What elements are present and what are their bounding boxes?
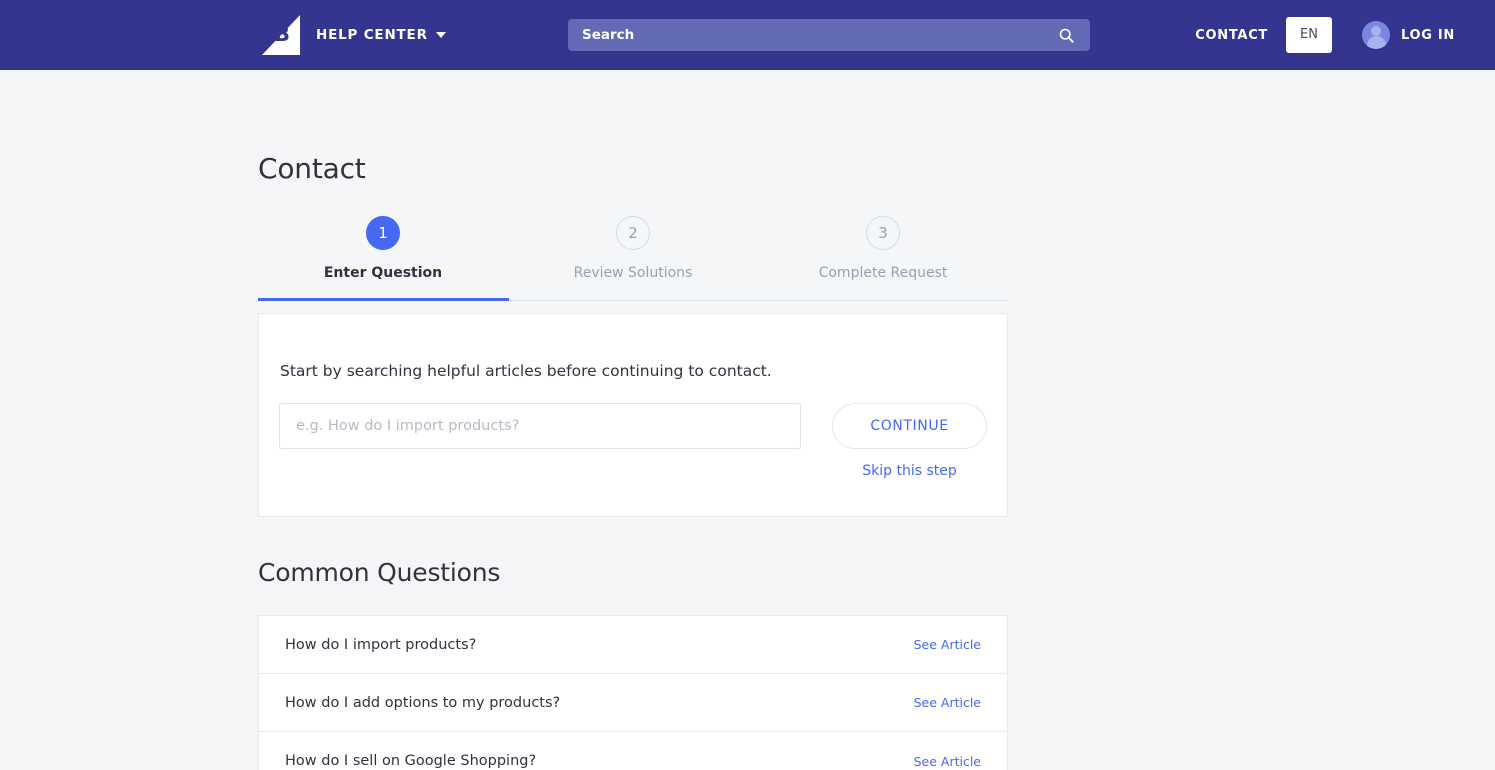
search-icon — [1059, 28, 1074, 43]
site-header: B HELP CENTER CONTACT EN LOG IN — [0, 0, 1495, 70]
logo-letter: B — [274, 22, 290, 46]
brand-group[interactable]: B HELP CENTER — [262, 0, 446, 70]
search-input[interactable] — [568, 27, 1053, 43]
step-label-3: Complete Request — [818, 265, 948, 281]
step-complete-request[interactable]: 3 Complete Request — [758, 216, 1008, 301]
step-enter-question[interactable]: 1 Enter Question — [258, 216, 508, 301]
faq-question: How do I import products? — [285, 636, 477, 653]
contact-link[interactable]: CONTACT — [1195, 28, 1268, 43]
see-article-link[interactable]: See Article — [914, 695, 981, 710]
step-review-solutions[interactable]: 2 Review Solutions — [508, 216, 758, 301]
help-center-dropdown[interactable]: HELP CENTER — [316, 27, 446, 43]
continue-button[interactable]: CONTINUE — [832, 403, 987, 449]
step-number-1: 1 — [366, 216, 400, 250]
list-item[interactable]: How do I add options to my products? See… — [259, 674, 1007, 732]
header-right-group: CONTACT EN LOG IN — [1195, 0, 1455, 70]
stepper-active-indicator — [258, 298, 509, 301]
page-title: Contact — [258, 152, 366, 185]
list-item[interactable]: How do I sell on Google Shopping? See Ar… — [259, 732, 1007, 770]
header-search-bar[interactable] — [568, 19, 1090, 51]
enter-question-card: Start by searching helpful articles befo… — [258, 313, 1008, 517]
see-article-link[interactable]: See Article — [914, 754, 981, 769]
list-item[interactable]: How do I import products? See Article — [259, 616, 1007, 674]
search-submit-button[interactable] — [1053, 19, 1090, 51]
language-selector[interactable]: EN — [1286, 17, 1332, 53]
step-label-2: Review Solutions — [573, 265, 693, 281]
bigcommerce-logo-icon[interactable]: B — [262, 15, 300, 55]
common-questions-title: Common Questions — [258, 558, 501, 587]
faq-question: How do I add options to my products? — [285, 694, 561, 711]
user-avatar-icon — [1362, 21, 1390, 49]
card-prompt-text: Start by searching helpful articles befo… — [280, 362, 772, 380]
page-content: Contact 1 Enter Question 2 Review Soluti… — [0, 152, 1495, 770]
see-article-link[interactable]: See Article — [914, 637, 981, 652]
common-questions-list: How do I import products? See Article Ho… — [258, 615, 1008, 770]
help-center-label: HELP CENTER — [316, 27, 428, 43]
login-label: LOG IN — [1401, 27, 1455, 43]
step-number-2: 2 — [616, 216, 650, 250]
chevron-down-icon — [435, 32, 446, 38]
card-input-row: CONTINUE Skip this step — [279, 403, 987, 479]
card-actions: CONTINUE Skip this step — [832, 403, 987, 479]
login-button[interactable]: LOG IN — [1362, 21, 1455, 49]
step-number-3: 3 — [866, 216, 900, 250]
question-input[interactable] — [279, 403, 801, 449]
step-label-1: Enter Question — [323, 265, 443, 281]
skip-this-step-link[interactable]: Skip this step — [862, 463, 957, 479]
faq-question: How do I sell on Google Shopping? — [285, 753, 537, 769]
progress-stepper: 1 Enter Question 2 Review Solutions 3 Co… — [258, 216, 1008, 301]
